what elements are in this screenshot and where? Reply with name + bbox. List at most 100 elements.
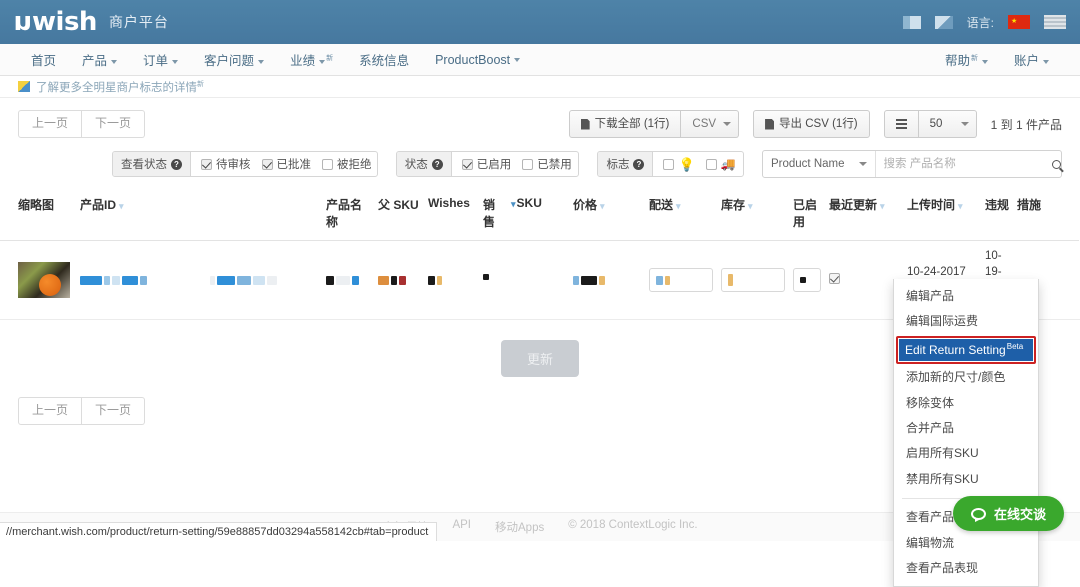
page-size-select[interactable]: 50 [918,110,977,139]
nav-item-customer-questions[interactable]: 客户问题 [191,50,277,69]
price-input[interactable] [649,268,713,293]
nav-item-help[interactable]: 帮助新 [932,50,1001,69]
column-label: 措施 [1017,198,1042,213]
promo-banner[interactable]: 了解更多全明星商户标志的详情新 [0,76,1080,98]
menu-item-edit-product[interactable]: 编辑产品 [894,284,1038,309]
column-header-sku[interactable]: ▾SKU [507,188,569,242]
cell-product-name [322,240,374,321]
checkbox-pending-review[interactable]: 待审核 [201,156,251,172]
filter-state-label: 状态 ? [396,152,452,177]
sort-icon: ▾ [880,201,885,212]
menu-item-remove-variant[interactable]: 移除变体 [894,391,1038,416]
column-header-product-id[interactable]: 产品ID ▾ [76,188,206,242]
checkbox-flag-lightbulb[interactable]: 💡 [663,156,695,172]
beta-badge: Beta [1006,341,1024,351]
search-field-select[interactable]: Product Name [763,151,876,178]
filter-label-text: 查看状态 [121,159,167,172]
column-header-upload-time[interactable]: 上传时间 ▾ [903,188,981,242]
checkbox-label: 已禁用 [537,159,572,172]
brand-subtitle: 商户平台 [108,14,169,30]
filter-flags-options: 💡 🚚 [653,152,743,176]
export-csv-label: 导出 CSV (1行) [779,118,858,130]
lightbulb-icon: 💡 [678,156,695,172]
export-csv-button[interactable]: 导出 CSV (1行) [753,110,870,139]
cell-shipping-input[interactable] [717,240,789,321]
redacted-icon-2[interactable] [934,15,953,29]
checkbox-disabled[interactable]: 已禁用 [522,156,572,172]
nav-item-products[interactable]: 产品 [69,50,130,69]
checkbox-enabled[interactable]: 已启用 [461,156,512,172]
nav-item-home[interactable]: 首页 [18,50,69,69]
menu-item-edit-international-shipping[interactable]: 编辑国际运费 [894,309,1038,334]
chevron-down-icon [319,59,326,64]
column-header-action: 措施 [1013,188,1079,242]
menu-item-edit-logistics[interactable]: 编辑物流 [894,531,1038,556]
menu-item-merge-product[interactable]: 合并产品 [894,416,1038,441]
checkbox-label: 已启用 [476,159,512,172]
column-header-price[interactable]: 价格 ▾ [569,188,645,242]
column-header-product-name: 产品名称 [322,188,374,242]
menu-item-add-new-size-color[interactable]: 添加新的尺寸/颜色 [894,365,1038,390]
next-page-button-top[interactable]: 下一页 [82,110,146,138]
redacted-icon-1[interactable] [902,15,921,29]
column-header-wishes: Wishes [424,188,479,242]
nav-item-productboost[interactable]: ProductBoost [422,53,533,67]
help-circle-icon[interactable]: ? [431,158,443,170]
menu-item-view-product-performance[interactable]: 查看产品表现 [894,556,1038,581]
flag-usa-icon[interactable] [1044,15,1066,29]
table-toolbar: 上一页 下一页 下载全部 (1行) CSV 导出 CSV (1行) 50 1 到… [0,98,1080,146]
update-button[interactable]: 更新 [500,340,579,378]
chevron-down-icon [258,59,265,64]
wish-logo[interactable]: uwish [14,7,97,37]
nav-item-performance[interactable]: 业绩 新 [277,50,346,69]
checkbox-label: 已批准 [276,159,312,172]
nav-item-account[interactable]: 账户 [1001,50,1062,69]
column-label: 库存 [721,198,746,213]
column-header-shipping[interactable]: 配送 ▾ [645,188,717,242]
menu-item-edit-return-setting[interactable]: Edit Return SettingBeta [896,335,1036,365]
chat-bubble-icon [970,507,986,522]
help-circle-icon[interactable]: ? [171,158,182,170]
prev-page-button-top[interactable]: 上一页 [18,110,83,138]
column-label: 已启用 [793,198,818,230]
column-label: Wishes [428,196,470,211]
column-header-last-updated[interactable]: 最近更新 ▾ [825,188,903,242]
cell-thumbnail[interactable] [0,240,76,321]
nav-item-orders[interactable]: 订单 [130,50,191,69]
product-thumbnail[interactable] [18,262,70,299]
nav-item-system-info[interactable]: 系统信息 [346,50,422,69]
shipping-input[interactable] [721,268,785,293]
checkbox-box [663,158,675,170]
download-all-button[interactable]: 下载全部 (1行) [568,110,682,139]
download-format-select[interactable]: CSV [681,110,740,139]
menu-item-enable-all-sku[interactable]: 启用所有SKU [894,441,1038,466]
next-page-button-bottom[interactable]: 下一页 [82,397,146,425]
checkbox-box [322,158,333,170]
enabled-checkbox[interactable] [829,273,840,285]
checkbox-flag-truck[interactable]: 🚚 [705,158,736,170]
banner-label: 了解更多全明星商户标志的详情 [36,81,197,94]
checkbox-label: 被拒绝 [337,159,372,172]
live-chat-button[interactable]: 在线交谈 [952,496,1064,531]
search-input[interactable] [875,151,1046,178]
inventory-input[interactable] [793,268,821,293]
cell-enabled[interactable] [825,240,903,321]
search-button[interactable] [1046,151,1067,177]
help-circle-icon[interactable]: ? [633,158,645,170]
cell-price-input[interactable] [645,240,717,321]
prev-page-button-bottom[interactable]: 上一页 [18,397,83,425]
checkbox-box [461,158,473,170]
checkbox-approved[interactable]: 已批准 [261,156,312,172]
search-field-label: Product Name [771,158,845,171]
flag-china-icon[interactable]: ★ [1008,15,1030,29]
new-badge: 新 [970,54,978,62]
filter-flags-label: 标志 ? [598,152,654,177]
nav-label: 帮助 [944,54,970,68]
column-header-inventory[interactable]: 库存 ▾ [717,188,789,242]
cell-inventory-input[interactable] [789,240,825,321]
footer-link-api[interactable]: API [452,519,471,535]
checkbox-box [522,158,534,170]
footer-link-mobile-apps[interactable]: 移动Apps [495,519,544,535]
menu-item-disable-all-sku[interactable]: 禁用所有SKU [894,467,1038,492]
checkbox-rejected[interactable]: 被拒绝 [322,156,372,172]
